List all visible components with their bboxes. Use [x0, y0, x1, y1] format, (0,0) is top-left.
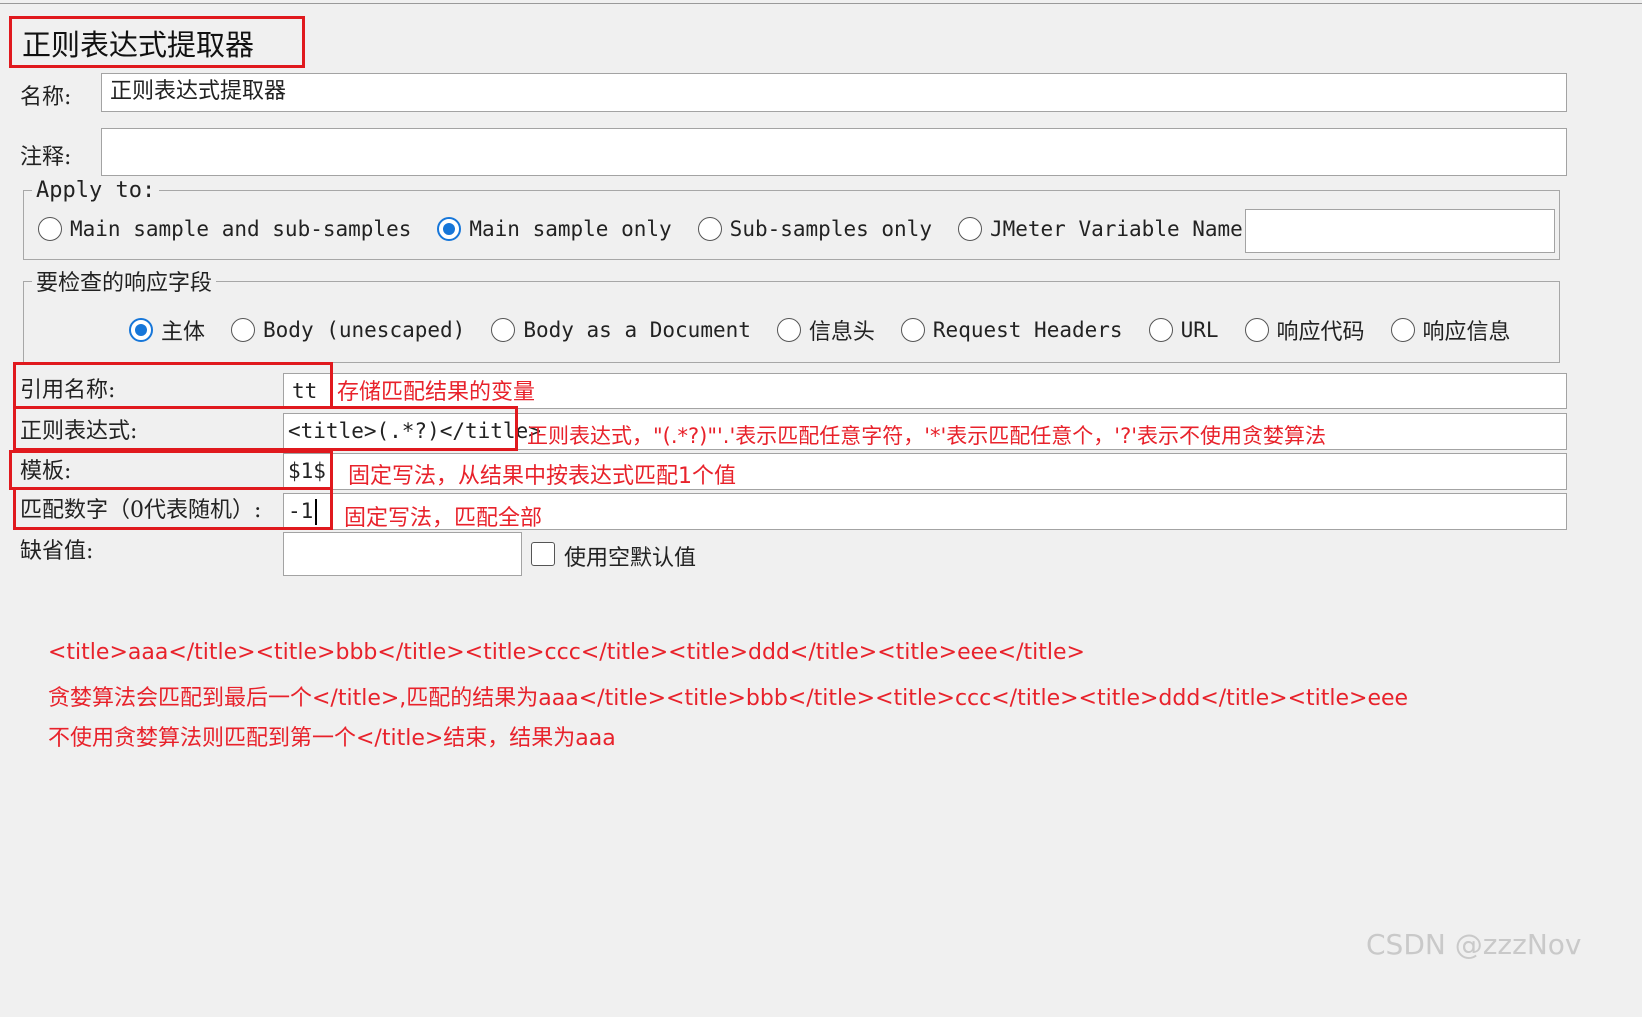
- radio-sub-only[interactable]: Sub-samples only: [697, 217, 932, 241]
- radio-label: Body (unescaped): [263, 318, 466, 342]
- radio-main-only[interactable]: Main sample only: [437, 217, 672, 241]
- apply-to-radio-row: Main sample and sub-samples Main sample …: [38, 217, 1357, 241]
- radio-body-unescaped[interactable]: Body (unescaped): [231, 318, 465, 342]
- ref-name-label: 引用名称:: [20, 378, 116, 403]
- jmeter-variable-input[interactable]: [1245, 209, 1555, 253]
- radio-circle-icon[interactable]: [38, 217, 62, 241]
- use-empty-default-label: 使用空默认值: [564, 546, 697, 571]
- match-no-annotation: 固定写法，匹配全部: [344, 506, 543, 531]
- top-divider: [0, 3, 1642, 4]
- radio-circle-icon[interactable]: [957, 217, 982, 241]
- radio-label: Sub-samples only: [729, 217, 932, 241]
- comment-label: 注释:: [20, 145, 72, 170]
- radio-body-as-document[interactable]: Body as a Document: [491, 318, 751, 342]
- radio-label: 响应代码: [1276, 320, 1365, 345]
- radio-response-message[interactable]: 响应信息: [1390, 314, 1511, 346]
- response-field-radio-row: 主体 Body (unescaped) Body as a Document 信…: [129, 314, 1537, 346]
- radio-label: Main sample and sub-samples: [70, 217, 412, 241]
- radio-selected-icon[interactable]: [437, 217, 462, 241]
- radio-label: 响应信息: [1422, 320, 1511, 345]
- radio-response-code[interactable]: 响应代码: [1244, 314, 1365, 346]
- radio-circle-icon[interactable]: [1244, 318, 1269, 342]
- radio-label: 主体: [161, 320, 206, 345]
- radio-label: 信息头: [808, 320, 875, 345]
- radio-label: Body as a Document: [523, 318, 751, 342]
- example-line-1: <title>aaa</title><title>bbb</title><tit…: [48, 640, 1085, 665]
- radio-url[interactable]: URL: [1148, 318, 1219, 342]
- radio-main-and-sub[interactable]: Main sample and sub-samples: [38, 217, 411, 241]
- page-title: 正则表达式提取器: [22, 28, 255, 62]
- response-field-legend: 要检查的响应字段: [36, 271, 213, 296]
- radio-circle-icon[interactable]: [697, 217, 722, 241]
- name-input[interactable]: 正则表达式提取器: [101, 73, 1567, 112]
- regex-annotation: 正则表达式，"(.*?)"'.'表示匹配任意字符，'*'表示匹配任意个，'?'表…: [527, 424, 1326, 448]
- radio-request-headers[interactable]: Request Headers: [900, 318, 1123, 342]
- apply-to-legend: Apply to:: [36, 178, 156, 203]
- radio-circle-icon[interactable]: [776, 318, 801, 342]
- radio-circle-icon[interactable]: [900, 318, 925, 342]
- name-label: 名称:: [20, 85, 72, 110]
- radio-circle-icon[interactable]: [1390, 318, 1415, 342]
- watermark: CSDN @zzzNov: [1366, 928, 1582, 961]
- radio-circle-icon[interactable]: [491, 318, 516, 342]
- regex-label: 正则表达式:: [20, 419, 138, 444]
- radio-label: URL: [1180, 318, 1219, 342]
- radio-label: Main sample only: [469, 217, 672, 241]
- radio-headers[interactable]: 信息头: [776, 314, 875, 346]
- example-line-2: 贪婪算法会匹配到最后一个</title>,匹配的结果为aaa</title><t…: [48, 686, 1409, 711]
- default-value-input[interactable]: [283, 532, 522, 576]
- template-annotation: 固定写法，从结果中按表达式匹配1个值: [348, 464, 736, 489]
- template-label: 模板:: [20, 459, 72, 484]
- match-no-label: 匹配数字（0代表随机）:: [20, 498, 262, 523]
- ref-name-annotation: 存储匹配结果的变量: [337, 380, 536, 405]
- use-empty-default-checkbox[interactable]: [531, 542, 555, 566]
- radio-circle-icon[interactable]: [1148, 318, 1173, 342]
- default-value-label: 缺省值:: [20, 539, 94, 564]
- radio-body[interactable]: 主体: [129, 314, 205, 346]
- example-line-3: 不使用贪婪算法则匹配到第一个</title>结束，结果为aaa: [48, 726, 616, 751]
- comment-input[interactable]: [101, 128, 1567, 176]
- radio-circle-icon[interactable]: [231, 318, 256, 342]
- radio-selected-icon[interactable]: [129, 318, 153, 342]
- radio-label: Request Headers: [932, 318, 1123, 342]
